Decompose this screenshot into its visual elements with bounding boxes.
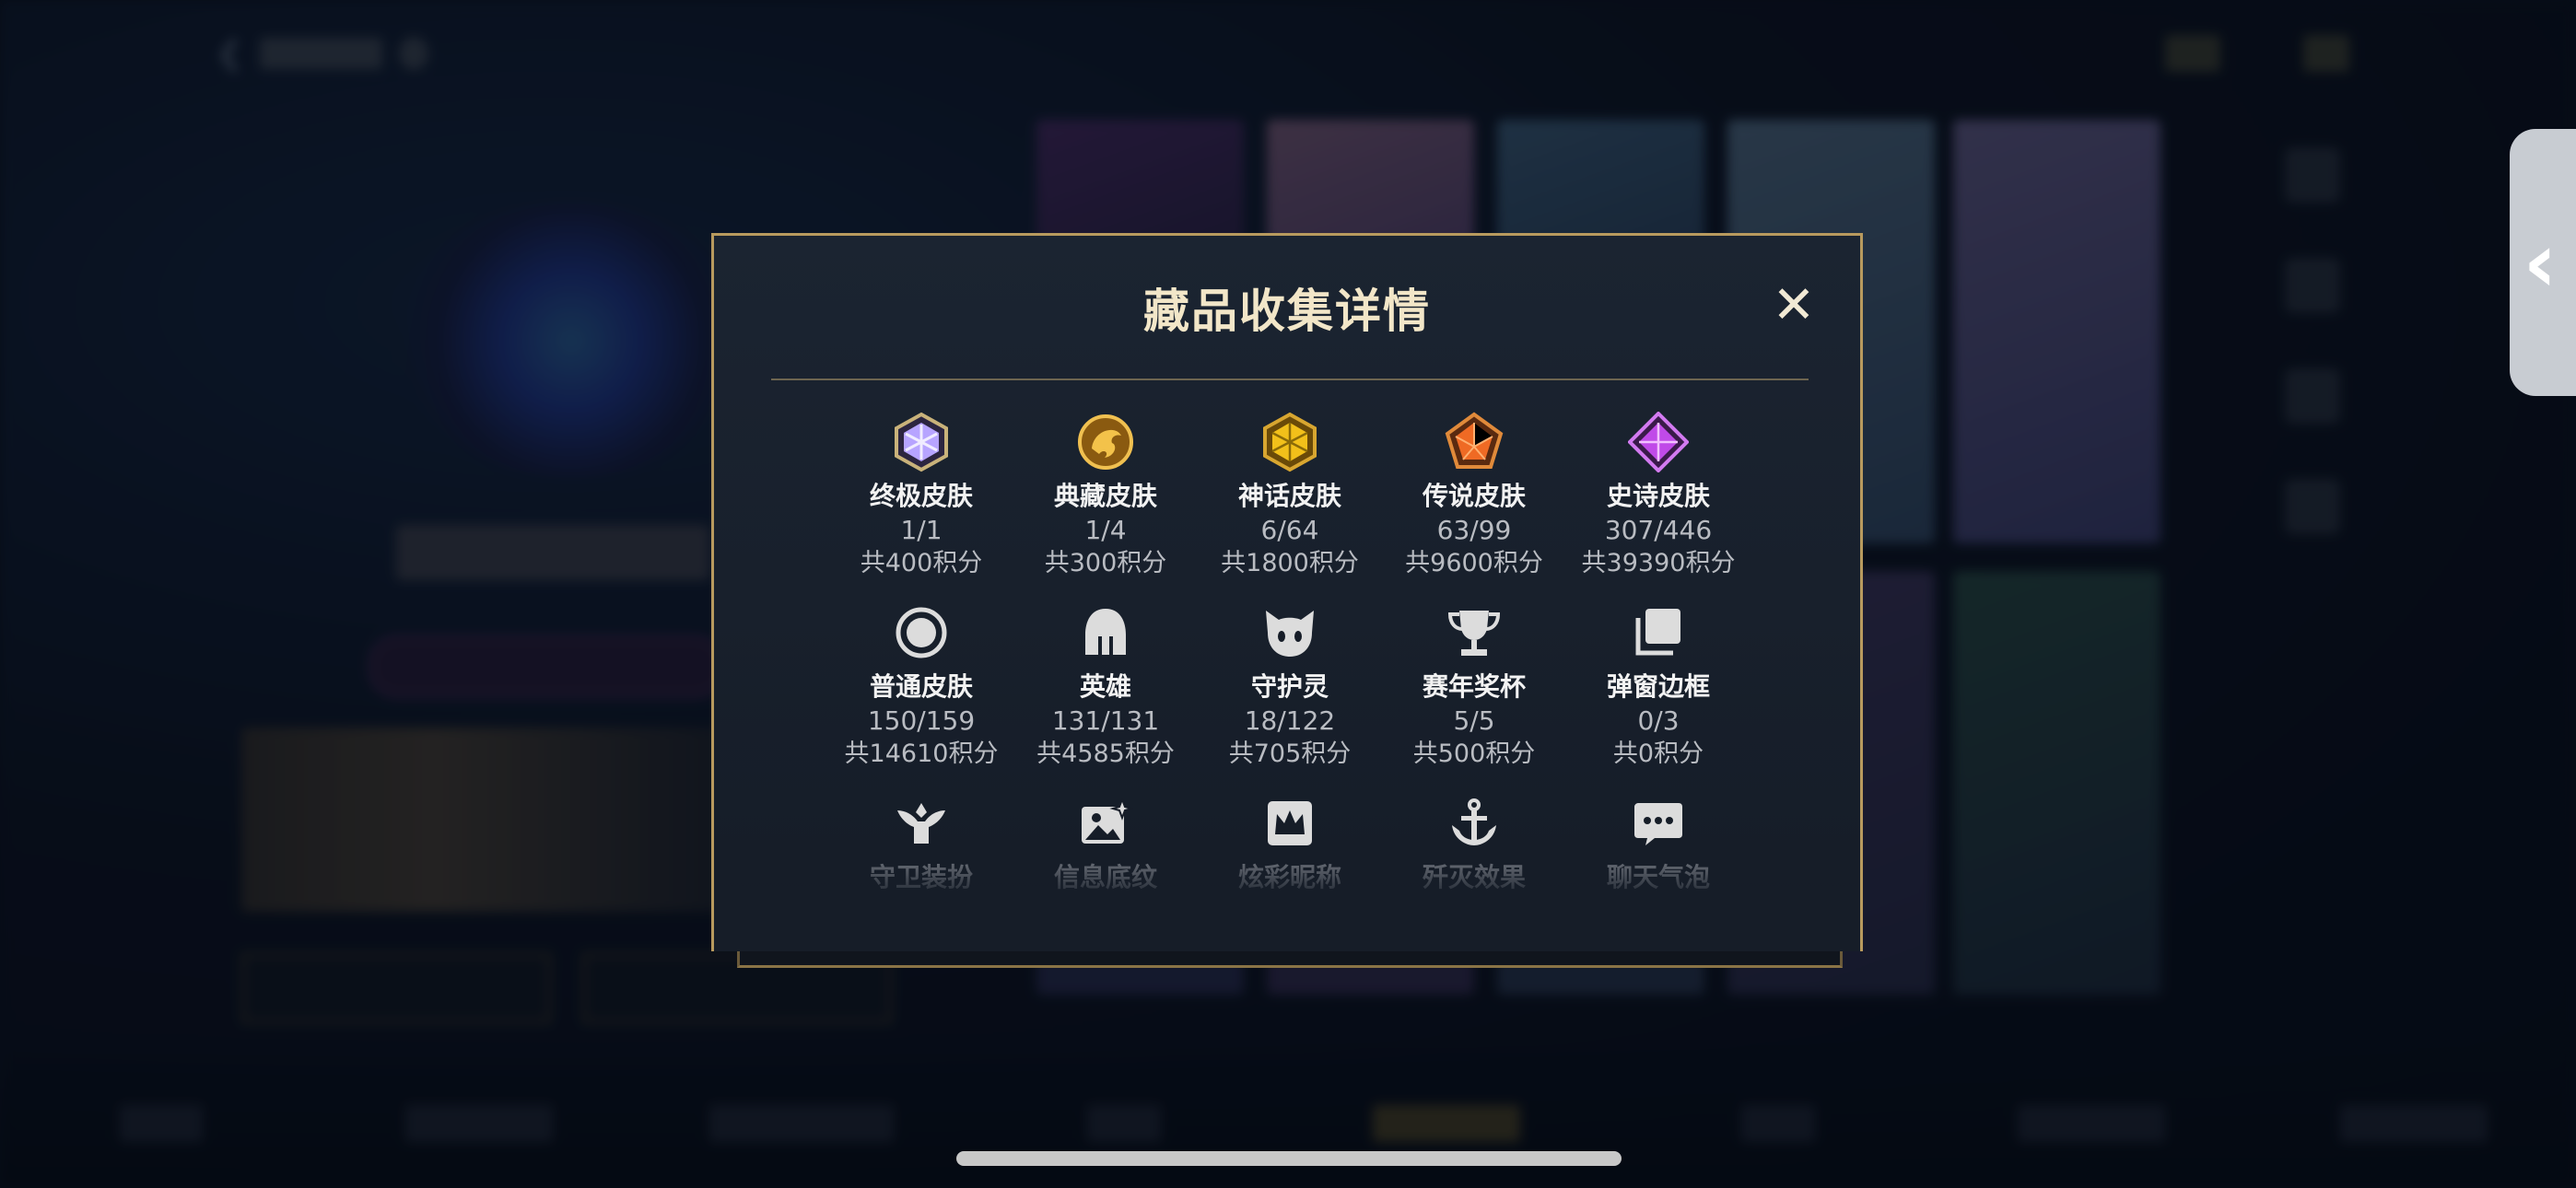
category-points: 共0积分 [1612, 740, 1704, 768]
anchor-icon [1443, 792, 1505, 855]
category-count: 131/131 [1051, 705, 1160, 736]
category-label: 传说皮肤 [1422, 481, 1526, 511]
category-label: 普通皮肤 [869, 671, 973, 702]
ring-icon [890, 601, 953, 664]
legend-gem-icon [1443, 411, 1505, 473]
category-label: 信息底纹 [1053, 862, 1157, 892]
category-label: 聊天气泡 [1606, 862, 1710, 892]
category-count: 150/159 [867, 705, 976, 736]
title-divider [771, 379, 1809, 380]
collection-details-dialog: 藏品收集详情 ✕ 终极皮肤 1/1 共400积分 典藏皮肤 1/4 共300积分… [711, 233, 1863, 951]
category-chat-bubble[interactable]: 聊天气泡 [1575, 792, 1741, 895]
cards-icon [1627, 601, 1690, 664]
category-label: 史诗皮肤 [1606, 481, 1710, 511]
helmet-icon [1074, 601, 1137, 664]
category-count: 0/3 [1637, 705, 1680, 736]
dragon-emblem-icon [1074, 411, 1137, 473]
category-popup-frame[interactable]: 弹窗边框 0/3 共0积分 [1575, 601, 1741, 771]
home-indicator[interactable] [956, 1151, 1622, 1166]
chevron-left-icon: ‹ [2523, 214, 2558, 311]
category-heroes[interactable]: 英雄 131/131 共4585积分 [1023, 601, 1188, 771]
category-label: 守护灵 [1250, 671, 1329, 702]
image-sparkle-icon [1074, 792, 1137, 855]
category-count: 1/4 [1084, 515, 1127, 545]
crown-badge-icon [1259, 792, 1321, 855]
category-count: 6/64 [1260, 515, 1319, 545]
category-guardian-spirit[interactable]: 守护灵 18/122 共705积分 [1207, 601, 1373, 771]
category-normal-skin[interactable]: 普通皮肤 150/159 共14610积分 [838, 601, 1004, 771]
category-label: 终极皮肤 [869, 481, 973, 511]
category-label: 赛年奖杯 [1422, 671, 1526, 702]
category-epic-skin[interactable]: 史诗皮肤 307/446 共39390积分 [1575, 411, 1741, 580]
modal-bottom-frame [737, 949, 1843, 968]
category-label: 英雄 [1079, 671, 1131, 702]
category-label: 典藏皮肤 [1053, 481, 1157, 511]
category-legend-skin[interactable]: 传说皮肤 63/99 共9600积分 [1391, 411, 1557, 580]
category-mythic-skin[interactable]: 神话皮肤 6/64 共1800积分 [1207, 411, 1373, 580]
category-label: 弹窗边框 [1606, 671, 1710, 702]
trophy-icon [1443, 601, 1505, 664]
category-points: 共14610积分 [844, 740, 999, 768]
category-info-pattern[interactable]: 信息底纹 [1023, 792, 1188, 895]
category-ultimate-skin[interactable]: 终极皮肤 1/1 共400积分 [838, 411, 1004, 580]
category-label: 炫彩昵称 [1237, 862, 1341, 892]
category-points: 共9600积分 [1405, 549, 1543, 577]
close-button[interactable]: ✕ [1766, 274, 1821, 335]
category-colorful-nickname[interactable]: 炫彩昵称 [1207, 792, 1373, 895]
spirit-pet-icon [1259, 601, 1321, 664]
ultimate-gem-icon [890, 411, 953, 473]
chat-bubble-icon [1627, 792, 1690, 855]
side-drawer-handle[interactable]: ‹ [2510, 129, 2576, 396]
category-count: 5/5 [1453, 705, 1495, 736]
category-count: 307/446 [1604, 515, 1713, 545]
category-season-trophy[interactable]: 赛年奖杯 5/5 共500积分 [1391, 601, 1557, 771]
close-icon: ✕ [1772, 274, 1816, 335]
category-points: 共4585积分 [1036, 740, 1175, 768]
category-points: 共1800积分 [1221, 549, 1359, 577]
category-annihilation-effect[interactable]: 歼灭效果 [1391, 792, 1557, 895]
category-points: 共705积分 [1228, 740, 1352, 768]
category-count: 1/1 [900, 515, 943, 545]
category-collector-skin[interactable]: 典藏皮肤 1/4 共300积分 [1023, 411, 1188, 580]
category-label: 歼灭效果 [1422, 862, 1526, 892]
category-label: 守卫装扮 [869, 862, 973, 892]
category-guard-outfit[interactable]: 守卫装扮 [838, 792, 1004, 895]
category-points: 共400积分 [860, 549, 983, 577]
epic-gem-icon [1627, 411, 1690, 473]
mythic-gem-icon [1259, 411, 1321, 473]
category-label: 神话皮肤 [1237, 481, 1341, 511]
category-points: 共39390积分 [1581, 549, 1736, 577]
category-count: 18/122 [1244, 705, 1336, 736]
category-points: 共300积分 [1044, 549, 1167, 577]
category-count: 63/99 [1436, 515, 1512, 545]
guardian-figure-icon [890, 792, 953, 855]
category-points: 共500积分 [1412, 740, 1536, 768]
dialog-title: 藏品收集详情 [1143, 285, 1431, 338]
